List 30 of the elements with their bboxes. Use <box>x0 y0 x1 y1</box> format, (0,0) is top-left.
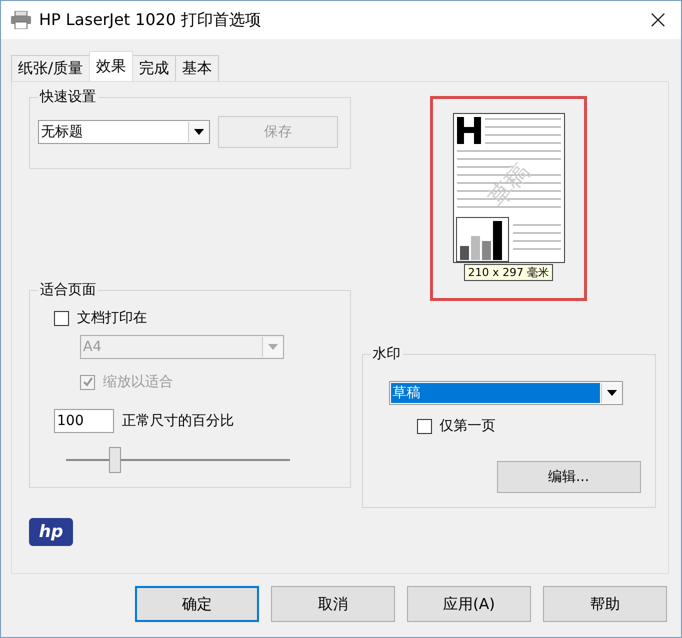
printer-icon <box>11 11 31 29</box>
group-title: 适合页面 <box>39 281 97 299</box>
group-title: 快速设置 <box>38 88 97 106</box>
percent-field[interactable]: 100 <box>54 409 114 433</box>
watermark-dropdown[interactable]: 草稿 <box>388 381 622 405</box>
edit-button[interactable]: 编辑... <box>496 461 640 493</box>
tab[interactable]: 纸张/质量 <box>11 55 90 81</box>
caret-icon <box>194 129 204 135</box>
dialog-button[interactable]: 帮助 <box>543 586 667 622</box>
percent-label: 正常尺寸的百分比 <box>122 412 234 430</box>
group-title: 水印 <box>372 345 402 363</box>
dialog-button[interactable]: 取消 <box>271 586 395 622</box>
caret-icon <box>268 344 278 350</box>
checkbox-label: 缩放以适合 <box>103 373 173 391</box>
tab[interactable]: 效果 <box>89 51 134 81</box>
dropdown[interactable]: 无标题 <box>38 120 210 144</box>
tab[interactable]: 基本 <box>175 55 220 81</box>
hp-logo: hp <box>29 518 73 546</box>
close-button[interactable]: × <box>635 1 681 39</box>
checkbox[interactable] <box>54 310 69 326</box>
window-title: HP LaserJet 1020 打印首选项 <box>39 10 262 30</box>
caret-icon <box>606 390 616 396</box>
dialog-button[interactable]: 确定 <box>135 586 259 622</box>
slider-thumb[interactable] <box>109 447 122 473</box>
dialog-button[interactable]: 应用(A) <box>407 586 531 622</box>
checkbox-label: 文档打印在 <box>77 309 147 327</box>
scale-slider[interactable] <box>66 447 290 473</box>
checkbox[interactable] <box>416 418 432 434</box>
paper-size-label: 210 x 297 毫米 <box>464 264 553 281</box>
checkbox-label: 仅第一页 <box>440 417 496 435</box>
